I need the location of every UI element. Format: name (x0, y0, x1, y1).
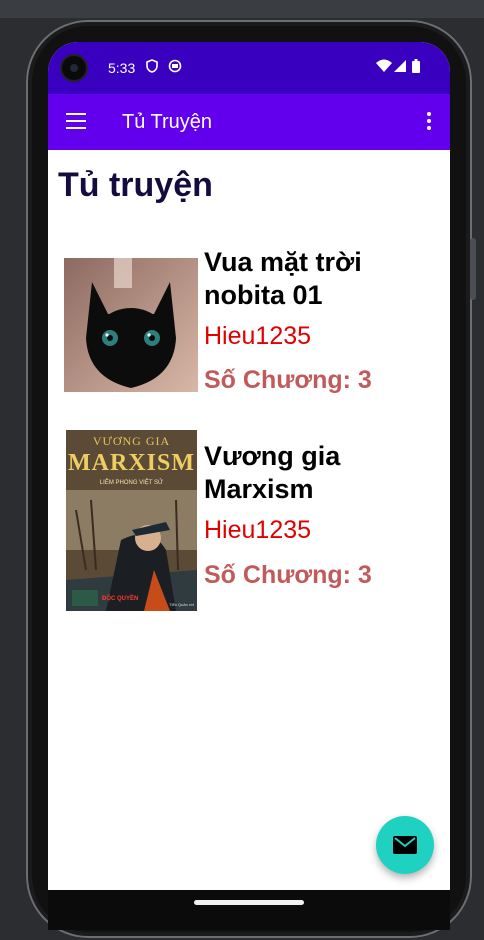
story-item[interactable]: Vua mặt trời nobita 01 Hieu1235 Số Chươn… (64, 242, 444, 432)
fab-mail-button[interactable] (376, 816, 434, 874)
mail-icon (393, 836, 417, 859)
story-name: Vương gia Marxism (204, 441, 341, 504)
cover-subtitle: LIÊM PHONG VIỆT SỬ (99, 480, 164, 486)
story-author: Hieu1235 (204, 322, 312, 350)
app-bar: Tủ Truyện (48, 94, 450, 150)
signal-icon (394, 59, 406, 77)
story-chapter-count: Số Chương: 3 (204, 561, 372, 589)
story-chapter-count: Số Chương: 3 (204, 366, 372, 394)
home-gesture-handle[interactable] (194, 900, 304, 905)
cover-badge: ĐỘC QUYỀN (102, 596, 139, 602)
phone-screen: 5:33 Tủ Truyện Tủ truyện Vua mặt trời no… (48, 42, 450, 890)
wifi-icon (376, 59, 392, 77)
story-item[interactable]: VƯƠNG GIA MARXISM LIÊM PHONG VIỆT SỬ ĐỘC… (64, 428, 444, 618)
status-time: 5:33 (108, 60, 136, 76)
front-camera (62, 56, 86, 80)
cover-title-main: MARXISM (68, 450, 195, 476)
status-bar: 5:33 (48, 42, 450, 94)
phone-side-button (470, 238, 476, 300)
cover-title-top: VƯƠNG GIA (92, 434, 171, 448)
story-cover-image: VƯƠNG GIA MARXISM LIÊM PHONG VIỆT SỬ ĐỘC… (66, 430, 197, 611)
system-nav-bar (48, 890, 450, 930)
battery-icon (412, 59, 420, 77)
story-name: Vua mặt trời nobita 01 (204, 247, 362, 310)
page-title: Tủ truyện (58, 166, 213, 204)
more-vert-icon[interactable] (426, 112, 432, 132)
hamburger-icon[interactable] (66, 113, 86, 129)
sync-icon (168, 59, 182, 77)
story-author: Hieu1235 (204, 516, 312, 544)
window-top-strip (0, 0, 484, 18)
cover-corner-text: Tiểu Quân rớt (169, 602, 194, 607)
shield-icon (146, 59, 158, 77)
story-cover-image (64, 258, 198, 392)
app-bar-title: Tủ Truyện (122, 111, 213, 133)
